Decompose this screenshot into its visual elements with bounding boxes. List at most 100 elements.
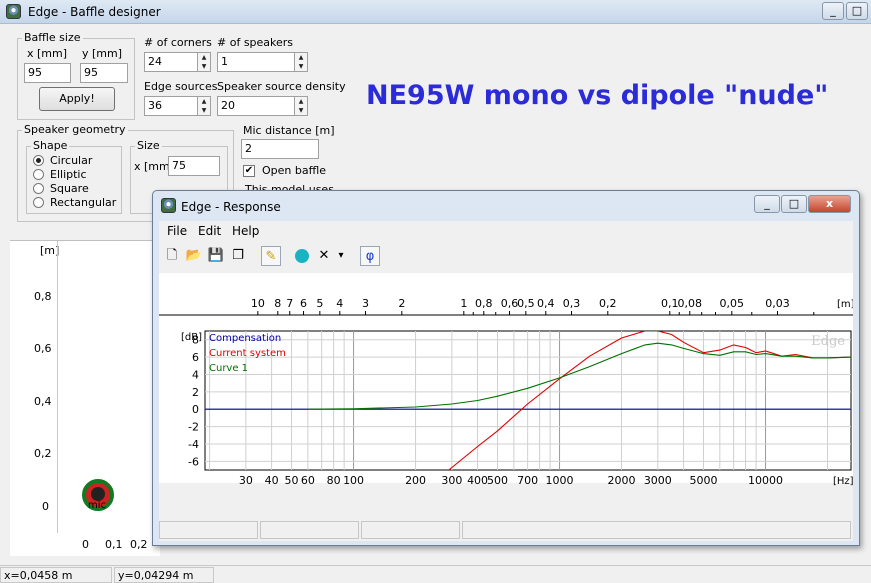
shape-rectangular-radio[interactable] bbox=[33, 197, 44, 208]
main-window-title: Edge - Baffle designer bbox=[28, 5, 161, 19]
speaker-geometry-label: Speaker geometry bbox=[22, 123, 128, 136]
baffle-axis-line bbox=[57, 241, 58, 533]
teal-person-icon[interactable] bbox=[292, 246, 312, 266]
baffle-x-tick: 0,2 bbox=[130, 538, 148, 551]
mic-distance-input[interactable]: 2 bbox=[241, 139, 319, 159]
open-baffle-label: Open baffle bbox=[262, 164, 327, 177]
corners-input[interactable]: 24 bbox=[144, 52, 198, 72]
x-tick-label: 1000 bbox=[546, 474, 574, 487]
shape-circular-label: Circular bbox=[50, 154, 93, 167]
annotation-text: NE95W mono vs dipole "nude" bbox=[366, 80, 829, 111]
response-chart[interactable]: 86420-2-4-6[dB]30 40 50 60 80 100 200 300 400500… bbox=[159, 273, 853, 517]
y-tick-label: 6 bbox=[192, 351, 199, 364]
shape-circular-radio[interactable] bbox=[33, 155, 44, 166]
source-density-input[interactable]: 20 bbox=[217, 96, 295, 116]
top-tick-label: 2 bbox=[398, 297, 405, 310]
open-baffle-checkbox[interactable]: ✔ bbox=[243, 165, 255, 177]
size-x-input[interactable]: 75 bbox=[168, 156, 220, 176]
legend-entry: Compensation bbox=[209, 333, 281, 344]
legend-entry: Curve 1 bbox=[209, 363, 248, 374]
x-tick-label: 5000 bbox=[690, 474, 718, 487]
response-titlebar[interactable]: Edge - Response _ □ x bbox=[153, 191, 859, 219]
baffle-y-tick: 0,6 bbox=[34, 342, 52, 355]
main-titlebar[interactable]: Edge - Baffle designer _ □ bbox=[0, 0, 871, 24]
y-tick-label: -4 bbox=[188, 438, 199, 451]
top-tick-label: 0,2 bbox=[599, 297, 617, 310]
x-tick-label: 3000 bbox=[644, 474, 672, 487]
top-tick-label: 6 bbox=[300, 297, 307, 310]
menu-edit[interactable]: Edit bbox=[198, 224, 221, 238]
baffle-x-label: x [mm] bbox=[27, 47, 68, 60]
floppy-disk-icon[interactable]: 💾 bbox=[206, 246, 226, 266]
baffle-y-tick: 0,4 bbox=[34, 395, 52, 408]
baffle-view[interactable]: [m] 0,8 0,6 0,4 0,2 0 0 0,1 0,2 mic bbox=[10, 240, 160, 556]
response-close-button[interactable]: x bbox=[808, 195, 851, 213]
top-axis-unit: [m] bbox=[837, 299, 853, 310]
baffle-x-input[interactable]: 95 bbox=[24, 63, 71, 83]
menu-help[interactable]: Help bbox=[232, 224, 259, 238]
mic-label: mic bbox=[88, 500, 107, 511]
top-tick-label: 0,3 bbox=[563, 297, 581, 310]
status-x-coordinate: x=0,0458 m bbox=[0, 567, 112, 583]
maximize-button[interactable]: □ bbox=[846, 2, 868, 20]
phi-icon[interactable]: φ bbox=[360, 246, 380, 266]
shape-elliptic-label: Elliptic bbox=[50, 168, 87, 181]
y-tick-label: 4 bbox=[192, 368, 199, 381]
response-status-cell bbox=[159, 521, 258, 539]
x-tick-label: 10000 bbox=[748, 474, 783, 487]
response-window[interactable]: Edge - Response _ □ x File Edit Help 🗋 📂… bbox=[152, 190, 860, 546]
response-maximize-button[interactable]: □ bbox=[781, 195, 807, 213]
response-status-cell bbox=[260, 521, 359, 539]
top-tick-label: 4 bbox=[336, 297, 343, 310]
response-status-cell bbox=[462, 521, 851, 539]
baffle-size-label: Baffle size bbox=[22, 31, 83, 44]
pen-icon[interactable]: ✎ bbox=[261, 246, 281, 266]
copy-icon[interactable]: ❐ bbox=[228, 246, 248, 266]
shape-square-radio[interactable] bbox=[33, 183, 44, 194]
dropdown-arrow-icon[interactable]: ▾ bbox=[334, 246, 348, 266]
baffle-x-tick: 0 bbox=[82, 538, 89, 551]
edge-sources-input[interactable]: 36 bbox=[144, 96, 198, 116]
response-window-title: Edge - Response bbox=[181, 200, 281, 214]
apply-button[interactable]: Apply! bbox=[39, 87, 115, 111]
x-tick-label: 80 bbox=[327, 474, 341, 487]
top-tick-label: 0,1 bbox=[661, 297, 679, 310]
x-tick-label: 300 bbox=[441, 474, 462, 487]
baffle-y-label: y [mm] bbox=[82, 47, 123, 60]
status-y-coordinate: y=0,04294 m bbox=[114, 567, 214, 583]
shape-elliptic-radio[interactable] bbox=[33, 169, 44, 180]
baffle-y-tick: 0,8 bbox=[34, 290, 52, 303]
x-tick-label: 200 bbox=[405, 474, 426, 487]
speaker-cone-icon bbox=[91, 487, 105, 501]
shape-rectangular-label: Rectangular bbox=[50, 196, 117, 209]
x-tick-label: 60 bbox=[301, 474, 315, 487]
delete-icon[interactable]: ✕ bbox=[314, 246, 334, 266]
x-tick-label: 400 bbox=[467, 474, 488, 487]
open-folder-icon[interactable]: 📂 bbox=[184, 246, 204, 266]
minimize-button[interactable]: _ bbox=[822, 2, 844, 20]
top-tick-label: 0,5 bbox=[517, 297, 535, 310]
baffle-x-tick: 0,1 bbox=[105, 538, 123, 551]
y-axis-unit: [dB] bbox=[181, 332, 202, 343]
mic-distance-label: Mic distance [m] bbox=[243, 124, 335, 137]
response-minimize-button[interactable]: _ bbox=[754, 195, 780, 213]
new-document-icon[interactable]: 🗋 bbox=[162, 246, 182, 266]
speakers-input[interactable]: 1 bbox=[217, 52, 295, 72]
x-tick-label: 40 bbox=[265, 474, 279, 487]
menu-file[interactable]: File bbox=[167, 224, 187, 238]
x-tick-label: 100 bbox=[343, 474, 364, 487]
source-density-stepper[interactable]: ▲ ▼ bbox=[295, 96, 308, 116]
status-bar: x=0,0458 m y=0,04294 m bbox=[0, 565, 871, 583]
x-tick-label: 30 bbox=[239, 474, 253, 487]
baffle-y-input[interactable]: 95 bbox=[80, 63, 128, 83]
top-tick-label: 0,8 bbox=[475, 297, 493, 310]
edge-sources-stepper[interactable]: ▲ ▼ bbox=[198, 96, 211, 116]
top-tick-label: 7 bbox=[286, 297, 293, 310]
x-tick-label: 700 bbox=[517, 474, 538, 487]
x-tick-label: 50 bbox=[285, 474, 299, 487]
edge-sources-label: Edge sources bbox=[144, 80, 218, 93]
corners-stepper[interactable]: ▲ ▼ bbox=[198, 52, 211, 72]
app-logo-icon bbox=[6, 4, 21, 19]
speakers-stepper[interactable]: ▲ ▼ bbox=[295, 52, 308, 72]
size-label: Size bbox=[135, 139, 162, 152]
